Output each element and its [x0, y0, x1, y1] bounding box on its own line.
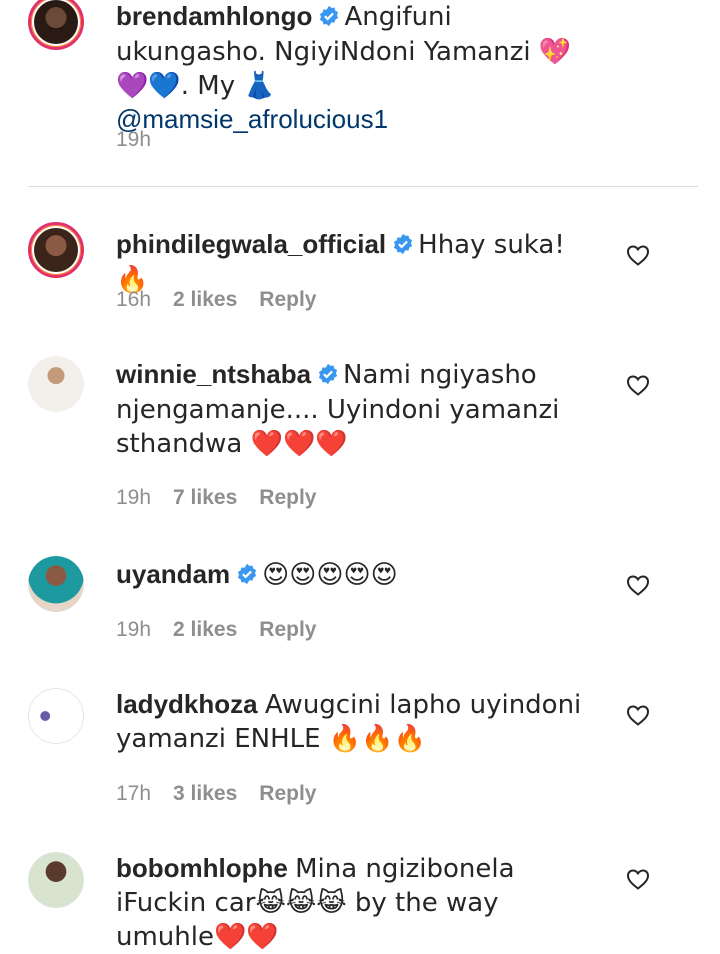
- avatar[interactable]: [28, 852, 84, 908]
- divider: [28, 186, 698, 187]
- reply-button[interactable]: Reply: [259, 618, 316, 641]
- avatar[interactable]: [28, 0, 84, 50]
- heart-outline-icon[interactable]: [626, 868, 650, 890]
- comment-text: phindilegwala_official Hhay suka! 🔥: [116, 228, 596, 297]
- heart-outline-icon[interactable]: [626, 704, 650, 726]
- comment-body: 😍😍😍😍😍: [262, 560, 398, 590]
- avatar[interactable]: [28, 222, 84, 278]
- verified-badge-icon: [236, 560, 258, 593]
- comment-text: bobomhlophe Mina ngizibonela iFuckin car…: [116, 852, 596, 954]
- comment-text: winnie_ntshaba Nami ngiyasho njengamanje.…: [116, 358, 596, 461]
- comment-meta: 17h 3 likes Reply: [116, 782, 338, 806]
- likes-count[interactable]: 3 likes: [173, 782, 237, 805]
- comment-meta: 19h 7 likes Reply: [116, 486, 338, 510]
- timestamp: 19h: [116, 618, 152, 641]
- timestamp: 16h: [116, 288, 152, 311]
- timestamp: 19h: [116, 128, 152, 151]
- verified-badge-icon: [392, 230, 414, 263]
- likes-count[interactable]: 2 likes: [173, 288, 237, 311]
- avatar[interactable]: [28, 688, 84, 744]
- reply-button[interactable]: Reply: [259, 782, 316, 805]
- comment-meta: 16h 2 likes Reply: [116, 288, 338, 312]
- comment-text: uyandam 😍😍😍😍😍: [116, 558, 596, 593]
- caption-text: brendamhlongo Angifuni ukungasho. NgiyiNd…: [116, 0, 596, 136]
- reply-button[interactable]: Reply: [259, 288, 316, 311]
- heart-outline-icon[interactable]: [626, 574, 650, 596]
- verified-badge-icon: [318, 2, 340, 35]
- comment-username[interactable]: phindilegwala_official: [116, 229, 386, 259]
- heart-outline-icon[interactable]: [626, 374, 650, 396]
- comment-username[interactable]: bobomhlophe: [116, 853, 288, 883]
- avatar[interactable]: [28, 556, 84, 612]
- likes-count[interactable]: 2 likes: [173, 618, 237, 641]
- comment-username[interactable]: uyandam: [116, 559, 230, 589]
- caption-meta: 19h: [116, 128, 173, 152]
- comment-text: ladydkhoza Awugcini lapho uyindoni yaman…: [116, 688, 596, 756]
- likes-count[interactable]: 7 likes: [173, 486, 237, 509]
- reply-button[interactable]: Reply: [259, 486, 316, 509]
- heart-outline-icon[interactable]: [626, 244, 650, 266]
- comment-meta: 19h 2 likes Reply: [116, 618, 338, 642]
- comment-username[interactable]: winnie_ntshaba: [116, 359, 311, 389]
- comment-username[interactable]: ladydkhoza: [116, 689, 258, 719]
- timestamp: 17h: [116, 782, 152, 805]
- avatar[interactable]: [28, 356, 84, 412]
- verified-badge-icon: [317, 360, 339, 393]
- timestamp: 19h: [116, 486, 152, 509]
- caption-username[interactable]: brendamhlongo: [116, 1, 312, 31]
